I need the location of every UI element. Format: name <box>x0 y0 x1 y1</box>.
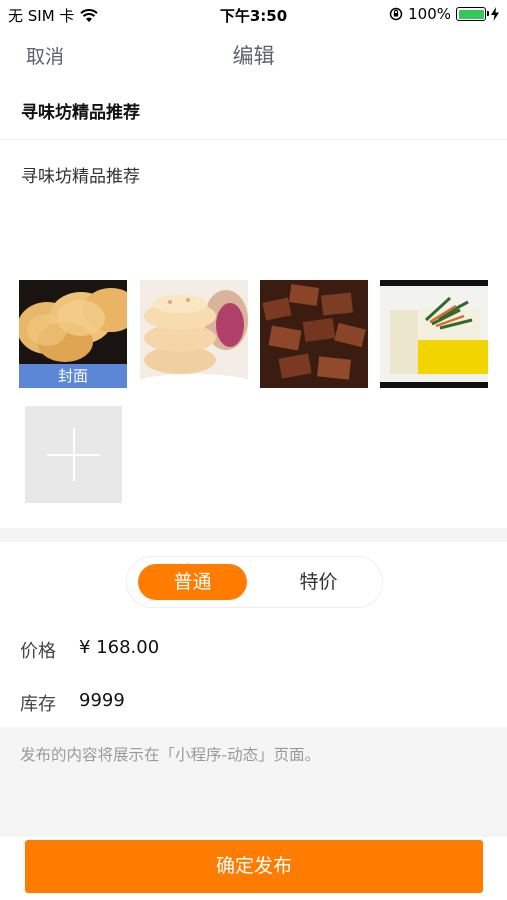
status-bar: 无 SIM 卡 下午3:50 100% <box>0 0 507 28</box>
content-textarea[interactable]: 寻味坊精品推荐 <box>21 162 140 187</box>
orientation-lock-icon <box>389 7 403 21</box>
add-photo-button[interactable] <box>25 406 122 503</box>
publish-notice: 发布的内容将展示在「小程序-动态」页面。 <box>0 727 507 837</box>
charging-bolt-icon <box>491 7 499 21</box>
battery-percent: 100% <box>408 5 451 23</box>
status-right: 100% <box>389 5 499 23</box>
title-input-value: 寻味坊精品推荐 <box>21 103 140 123</box>
stock-input[interactable]: 9999 <box>79 690 125 711</box>
section-divider <box>0 528 507 542</box>
price-input[interactable]: ¥ 168.00 <box>79 637 159 658</box>
price-label: 价格 <box>20 641 56 662</box>
battery-icon <box>456 7 489 21</box>
photo-flower-pastry[interactable] <box>140 280 248 388</box>
tofu-dish-image <box>380 280 488 388</box>
battery-level <box>458 9 484 19</box>
photo-tofu-dish[interactable] <box>380 280 488 388</box>
stock-label: 库存 <box>20 694 56 715</box>
segment-option-normal[interactable]: 普通 <box>138 564 247 600</box>
price-row: 价格 ¥ 168.00 <box>20 637 490 667</box>
photo-grid: 封面 <box>19 280 489 390</box>
photo-sesame-pastry[interactable]: 封面 <box>19 280 127 388</box>
notice-text: 发布的内容将展示在「小程序-动态」页面。 <box>20 746 321 764</box>
photo-dried-tofu[interactable] <box>260 280 368 388</box>
segment-option-special[interactable]: 特价 <box>264 564 373 600</box>
page-title: 编辑 <box>232 44 275 68</box>
cover-label: 封面 <box>19 364 127 388</box>
flower-pastry-image <box>140 280 248 388</box>
title-field[interactable]: 寻味坊精品推荐 <box>0 82 507 140</box>
dried-tofu-image <box>260 280 368 388</box>
publish-button[interactable]: 确定发布 <box>25 840 483 893</box>
stock-row: 库存 9999 <box>20 690 490 720</box>
nav-bar: 取消 编辑 <box>0 34 507 74</box>
type-segment-control: 普通 特价 <box>126 556 383 608</box>
